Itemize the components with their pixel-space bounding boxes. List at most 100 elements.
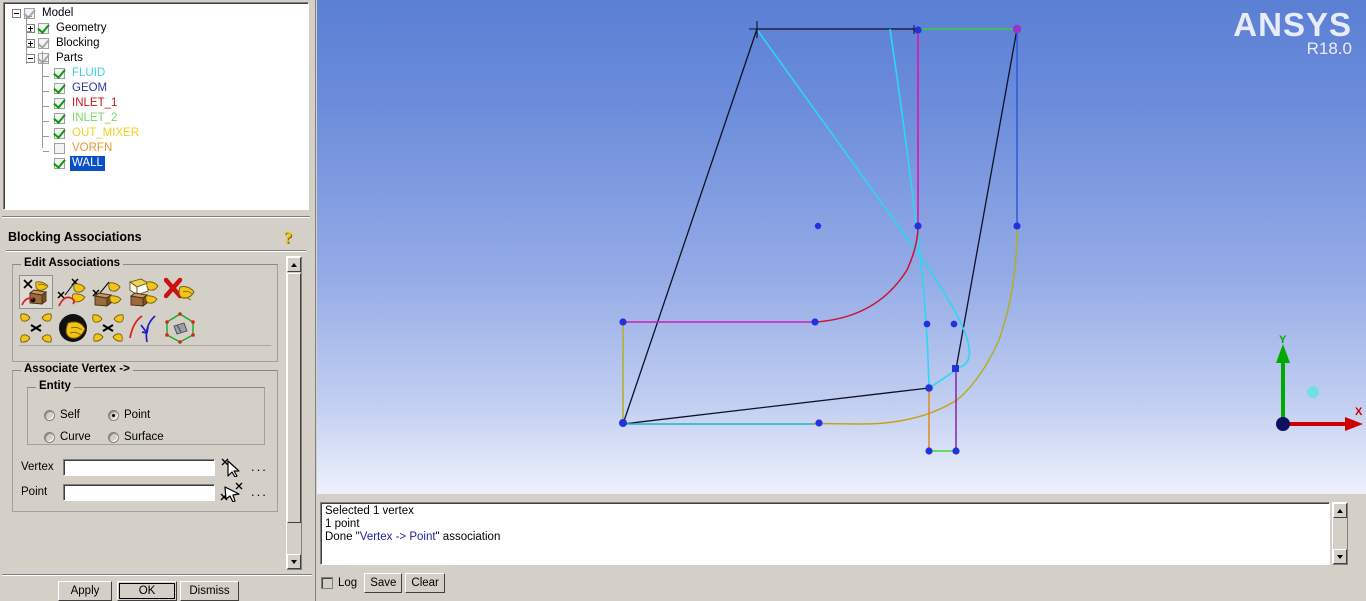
- vertex: [925, 447, 932, 454]
- edge-black-mid: [956, 29, 1017, 369]
- tree-item-geom[interactable]: GEOM: [4, 81, 308, 96]
- tree-item-blocking[interactable]: Blocking: [4, 36, 308, 51]
- vertex: [914, 26, 921, 33]
- radio-surface-dot: [108, 432, 119, 443]
- help-icon[interactable]: ?: [278, 228, 298, 250]
- tree-checkbox[interactable]: [38, 23, 49, 34]
- panel-scroll-down-button[interactable]: [287, 554, 301, 569]
- tree-connector: [42, 51, 43, 148]
- update-associations-icon[interactable]: [163, 311, 197, 345]
- vertex-more-button[interactable]: ...: [251, 462, 268, 472]
- collapse-minus-icon[interactable]: [12, 9, 21, 18]
- tree-item-inlet_1[interactable]: INLET_1: [4, 96, 308, 111]
- panel-title-bar: Blocking Associations ?: [0, 228, 316, 250]
- tree-item-out_mixer[interactable]: OUT_MIXER: [4, 126, 308, 141]
- tree-item-fluid[interactable]: FLUID: [4, 66, 308, 81]
- disassociate-icon[interactable]: [163, 275, 197, 309]
- vertex-field-row: Vertex ...: [21, 457, 268, 477]
- tree-connector: [27, 16, 32, 17]
- reset-association-icon[interactable]: [127, 311, 161, 345]
- tree-item-label: Blocking: [54, 36, 101, 51]
- point-pick-cursor-icon[interactable]: [219, 482, 245, 502]
- tree-checkbox[interactable]: [54, 83, 65, 94]
- point-field-row: Point ...: [21, 482, 268, 502]
- associate-face-to-surface-icon[interactable]: [91, 275, 125, 309]
- panel-divider-bottom: [2, 574, 312, 576]
- dismiss-button[interactable]: Dismiss: [180, 581, 239, 601]
- message-log[interactable]: Selected 1 vertex 1 point Done "Vertex -…: [320, 502, 1330, 565]
- vertex: [619, 419, 627, 427]
- tree-item-wall[interactable]: WALL: [4, 156, 308, 171]
- tree-item-parts[interactable]: Parts: [4, 51, 308, 66]
- vertex-input[interactable]: [63, 459, 215, 476]
- tree-item-model[interactable]: Model: [4, 6, 308, 21]
- tree-connector: [43, 151, 49, 152]
- vertex-selected: [1013, 25, 1021, 33]
- vertex: [619, 318, 626, 325]
- edge-black-bottom: [623, 388, 929, 424]
- ansys-logo: ANSYS R18.0: [1233, 8, 1352, 58]
- chevron-down-icon: [1337, 555, 1343, 559]
- message-scroll-up-button[interactable]: [1333, 503, 1347, 518]
- radio-point[interactable]: Point: [108, 409, 150, 421]
- entity-label: Entity: [36, 380, 74, 392]
- tree-checkbox[interactable]: [38, 53, 49, 64]
- associate-vertex-icon[interactable]: [19, 275, 53, 309]
- message-area: Selected 1 vertex 1 point Done "Vertex -…: [317, 494, 1366, 601]
- model-tree-panel[interactable]: ModelGeometryBlockingPartsFLUIDGEOMINLET…: [3, 2, 309, 210]
- panel-scrollbar[interactable]: [286, 256, 302, 570]
- panel-scroll-up-button[interactable]: [287, 257, 301, 272]
- apply-button[interactable]: Apply: [58, 581, 112, 601]
- radio-curve-label: Curve: [60, 431, 91, 443]
- graphics-viewport[interactable]: X Y ANSYS R18.0: [317, 0, 1366, 494]
- ansys-icem-window: ModelGeometryBlockingPartsFLUIDGEOMINLET…: [0, 0, 1366, 601]
- tree-item-geometry[interactable]: Geometry: [4, 21, 308, 36]
- radio-self-label: Self: [60, 409, 80, 421]
- radio-surface[interactable]: Surface: [108, 431, 164, 443]
- vertex: [1013, 222, 1020, 229]
- point-input[interactable]: [63, 484, 215, 501]
- axis-y-arrow: [1276, 344, 1290, 363]
- associate-edge-to-curve-icon[interactable]: [55, 275, 89, 309]
- tree-checkbox[interactable]: [54, 98, 65, 109]
- vertex-pick-cursor-icon[interactable]: [219, 457, 245, 477]
- tree-checkbox[interactable]: [54, 158, 65, 169]
- tree-checkbox[interactable]: [54, 68, 65, 79]
- tree-item-vorfn[interactable]: VORFN: [4, 141, 308, 156]
- ok-button[interactable]: OK: [117, 581, 177, 601]
- tree-checkbox[interactable]: [54, 128, 65, 139]
- message-toolbar: Log Save Clear: [321, 572, 448, 594]
- move-association-icon[interactable]: [55, 311, 89, 345]
- save-button[interactable]: Save: [364, 573, 402, 593]
- entity-group: Entity Self Point Curve: [27, 387, 265, 445]
- tree-connector: [43, 121, 49, 122]
- tree-checkbox[interactable]: [54, 113, 65, 124]
- tree-connector: [43, 61, 49, 62]
- radio-self[interactable]: Self: [44, 409, 80, 421]
- vertex: [924, 321, 931, 328]
- curve-cyan-mid: [890, 29, 929, 388]
- ansys-logo-text: ANSYS: [1233, 8, 1352, 42]
- tree-connector: [26, 16, 27, 64]
- radio-point-dot: [108, 410, 119, 421]
- associate-block-to-surface-icon[interactable]: [127, 275, 161, 309]
- group-vertices-icon[interactable]: [19, 311, 53, 345]
- tree-checkbox[interactable]: [54, 143, 65, 154]
- point-more-button[interactable]: ...: [251, 487, 268, 497]
- message-scroll-down-button[interactable]: [1333, 549, 1347, 564]
- message-scrollbar[interactable]: [1332, 502, 1348, 565]
- log-checkbox[interactable]: [321, 577, 333, 589]
- tree-item-label: Parts: [54, 51, 85, 66]
- radio-curve[interactable]: Curve: [44, 431, 91, 443]
- tree-item-inlet_2[interactable]: INLET_2: [4, 111, 308, 126]
- vertex: [914, 222, 921, 229]
- tree-checkbox[interactable]: [38, 38, 49, 49]
- radio-surface-label: Surface: [124, 431, 164, 443]
- collapse-minus-icon[interactable]: [26, 54, 35, 63]
- clear-button[interactable]: Clear: [405, 573, 444, 593]
- snap-project-vertices-icon[interactable]: [91, 311, 125, 345]
- curve-red-inlet1: [815, 226, 918, 322]
- model-tree[interactable]: ModelGeometryBlockingPartsFLUIDGEOMINLET…: [4, 3, 308, 171]
- edit-associations-label: Edit Associations: [21, 257, 123, 269]
- panel-scroll-thumb[interactable]: [287, 273, 301, 523]
